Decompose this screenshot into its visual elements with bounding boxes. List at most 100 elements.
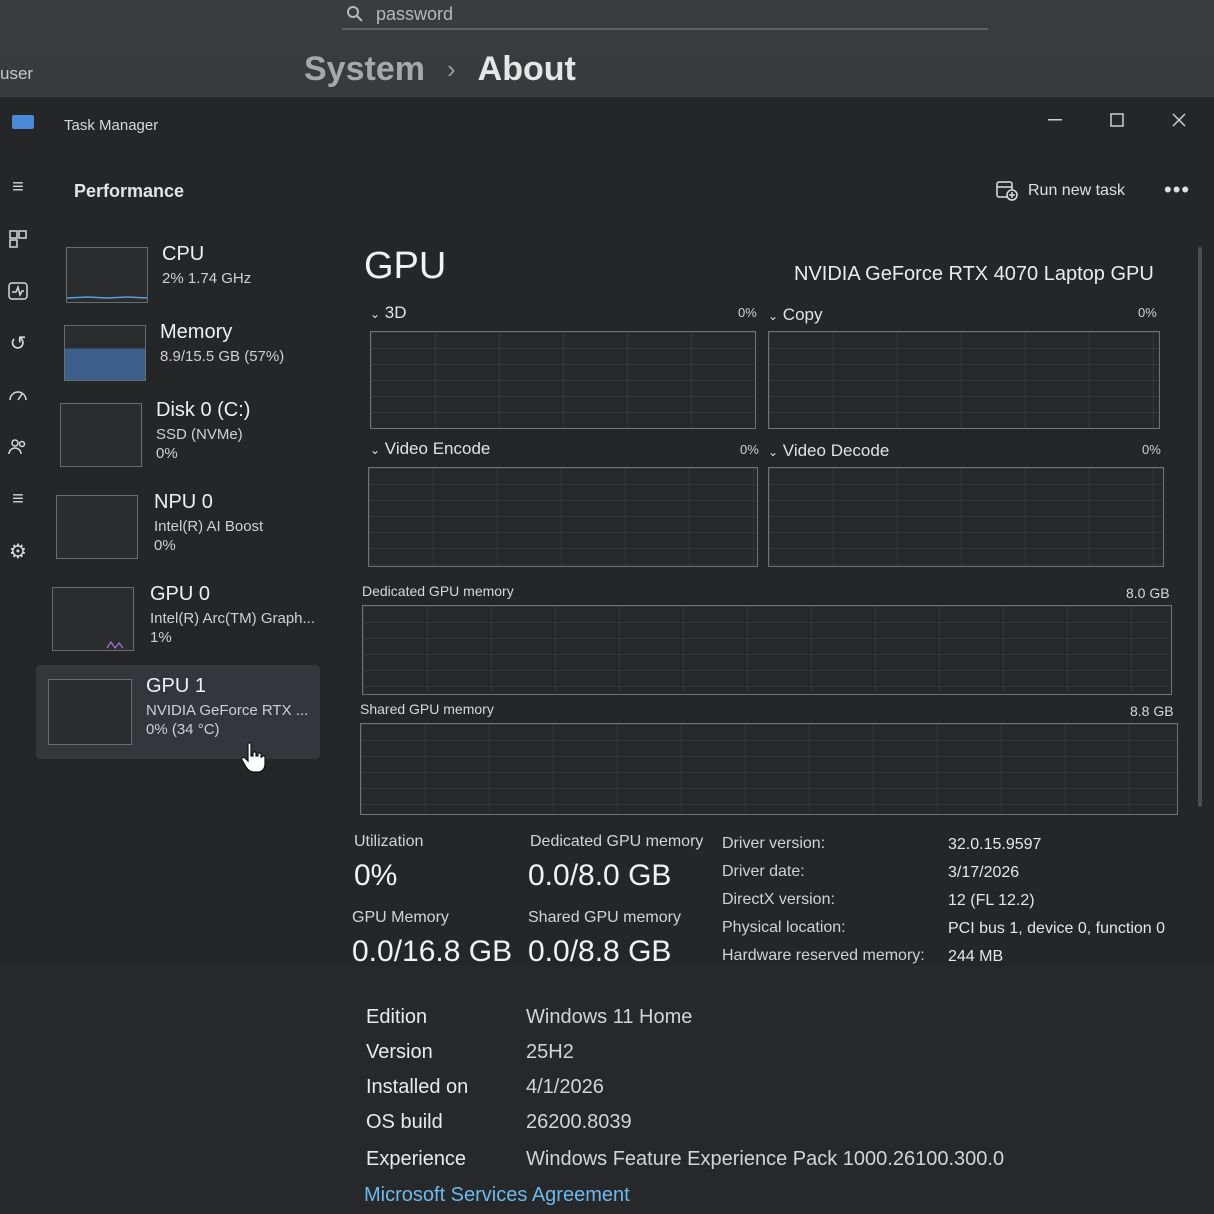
performance-icon[interactable] — [4, 277, 32, 305]
search-icon — [342, 5, 376, 23]
search-placeholder: password — [376, 3, 454, 24]
utilization-label: Utilization — [354, 833, 424, 850]
maximize-button[interactable] — [1094, 103, 1140, 137]
device-usage: 1% — [150, 629, 172, 646]
startup-apps-icon[interactable] — [4, 381, 32, 409]
about-value: 26200.8039 — [526, 1111, 632, 1133]
scrollbar[interactable] — [1198, 247, 1202, 807]
shared-memory-graph — [360, 723, 1178, 815]
chevron-down-icon: ⌄ — [768, 445, 779, 459]
shared-memory-label: Shared GPU memory — [360, 701, 494, 717]
detail-value: 32.0.15.9597 — [948, 836, 1042, 853]
gpu-memory-value: 0.0/16.8 GB — [352, 935, 513, 968]
engine-percent: 0% — [740, 442, 759, 457]
cpu-thumbnail-graph — [66, 247, 148, 303]
device-item-disk[interactable]: Disk 0 (C:) SSD (NVMe) 0% — [44, 393, 320, 483]
device-item-cpu[interactable]: CPU 2% 1.74 GHz — [44, 237, 320, 327]
disk-thumbnail-graph — [60, 403, 142, 467]
engine-dropdown-3d[interactable]: ⌄ 3D — [370, 303, 407, 323]
breadcrumb-about: About — [477, 50, 576, 88]
engine-label: Video Encode — [384, 439, 491, 458]
about-row: Installed on 4/1/2026 — [366, 1076, 604, 1099]
device-item-memory[interactable]: Memory 8.9/15.5 GB (57%) — [44, 315, 320, 405]
device-name: NPU 0 — [154, 491, 213, 513]
dedicated-memory-label: Dedicated GPU memory — [362, 583, 514, 599]
minimize-button[interactable] — [1032, 103, 1078, 137]
engine-dropdown-copy[interactable]: ⌄ Copy — [768, 305, 822, 325]
dedicated-memory-graph — [362, 605, 1172, 695]
hamburger-menu-icon[interactable]: ≡ — [4, 173, 32, 201]
detail-key: Driver date: — [722, 863, 805, 880]
run-new-task-label: Run new task — [1028, 182, 1125, 199]
engine-dropdown-video-decode[interactable]: ⌄ Video Decode — [768, 441, 889, 461]
chevron-right-icon: › — [446, 54, 456, 84]
services-icon[interactable]: ⚙ — [4, 537, 32, 565]
device-name: Memory — [160, 321, 233, 343]
detail-key: Driver version: — [722, 835, 826, 852]
utilization-value: 0% — [354, 859, 398, 892]
detail-value: 244 MB — [948, 948, 1004, 965]
dedicated-memory-max: 8.0 GB — [1126, 585, 1170, 601]
about-section: Edition Windows 11 Home Version 25H2 Insta… — [0, 966, 1214, 1214]
detail-value: 3/17/2026 — [948, 864, 1020, 881]
engine-label: 3D — [384, 303, 407, 322]
engine-graph-copy — [768, 331, 1160, 429]
gpu0-thumbnail-graph — [52, 587, 134, 651]
engine-graph-3d — [370, 331, 756, 429]
engine-label: Video Decode — [782, 441, 890, 460]
device-name: CPU — [162, 243, 205, 265]
about-key: Version — [366, 1041, 433, 1063]
chevron-down-icon: ⌄ — [370, 307, 381, 321]
engine-graph-video-decode — [768, 467, 1164, 567]
about-row: Experience Windows Feature Experience Pac… — [366, 1148, 1004, 1171]
shared-stat-label: Shared GPU memory — [528, 909, 681, 926]
device-detail: NVIDIA GeForce RTX ... — [146, 702, 309, 719]
about-row: OS build 26200.8039 — [366, 1111, 632, 1134]
engine-percent: 0% — [1138, 305, 1157, 320]
about-row: Version 25H2 — [366, 1041, 574, 1064]
breadcrumb: System › About — [304, 50, 576, 89]
shared-stat-value: 0.0/8.8 GB — [528, 935, 672, 968]
details-icon[interactable]: ≡ — [4, 485, 32, 513]
run-new-task-button[interactable]: Run new task — [996, 181, 1125, 201]
about-row: Edition Windows 11 Home — [366, 1006, 692, 1029]
device-detail: Intel(R) AI Boost — [154, 518, 264, 535]
task-manager-app-icon — [12, 115, 34, 129]
about-key: Experience — [366, 1148, 467, 1170]
title-bar[interactable]: Task Manager — [0, 97, 1214, 153]
device-item-npu[interactable]: NPU 0 Intel(R) AI Boost 0% — [44, 485, 320, 575]
gpu1-thumbnail-graph — [48, 679, 132, 745]
settings-search-input[interactable]: password — [342, 0, 988, 30]
run-task-icon — [996, 181, 1018, 201]
task-manager-window: Task Manager ≡ ↺ ≡ ⚙ Performance Run new… — [0, 96, 1214, 968]
shared-memory-max: 8.8 GB — [1130, 703, 1174, 719]
detail-key: Hardware reserved memory: — [722, 947, 925, 964]
dedicated-stat-value: 0.0/8.0 GB — [528, 859, 672, 892]
detail-key: Physical location: — [722, 919, 846, 936]
users-icon[interactable] — [4, 433, 32, 461]
about-key: OS build — [366, 1111, 443, 1133]
app-history-icon[interactable]: ↺ — [4, 329, 32, 357]
engine-graph-video-encode — [368, 467, 758, 567]
more-options-icon[interactable]: ••• — [1164, 177, 1190, 203]
device-item-gpu-1[interactable]: GPU 1 NVIDIA GeForce RTX ... 0% (34 °C) — [36, 665, 320, 759]
about-key: Installed on — [366, 1076, 469, 1098]
device-detail: SSD (NVMe) — [156, 426, 243, 443]
engine-percent: 0% — [1142, 442, 1161, 457]
close-button[interactable] — [1156, 103, 1202, 137]
about-value: Windows 11 Home — [526, 1006, 693, 1028]
hand-pointer-icon — [240, 742, 268, 779]
device-item-gpu-0[interactable]: GPU 0 Intel(R) Arc(TM) Graph... 1% — [44, 577, 320, 667]
processes-icon[interactable] — [4, 225, 32, 253]
breadcrumb-system[interactable]: System — [304, 50, 425, 89]
microsoft-services-agreement-link[interactable]: Microsoft Services Agreement — [364, 1184, 630, 1207]
chevron-down-icon: ⌄ — [370, 443, 381, 457]
npu-thumbnail-graph — [56, 495, 138, 559]
device-usage: 0% (34 °C) — [146, 721, 220, 738]
user-label: user — [0, 64, 34, 83]
detail-value: PCI bus 1, device 0, function 0 — [948, 920, 1166, 937]
engine-dropdown-video-encode[interactable]: ⌄ Video Encode — [370, 439, 490, 459]
engine-label: Copy — [782, 305, 823, 324]
about-value: 4/1/2026 — [526, 1076, 604, 1098]
memory-thumbnail-graph — [64, 325, 146, 381]
